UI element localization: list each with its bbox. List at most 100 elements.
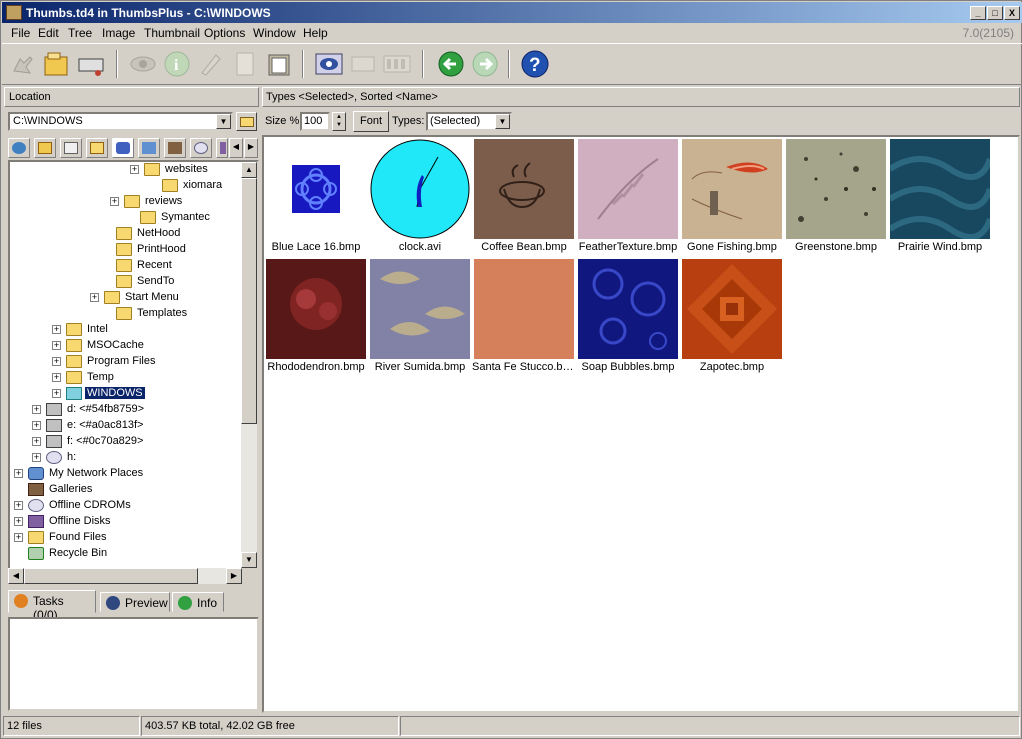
tab-info[interactable]: Info — [172, 592, 224, 612]
menu-help[interactable]: Help — [303, 26, 328, 40]
hscroll-thumb[interactable] — [24, 568, 198, 584]
thumbnail-item[interactable]: Blue Lace 16.bmp — [264, 137, 368, 257]
chevron-down-icon[interactable]: ▼ — [495, 114, 510, 129]
tree-vertical-scrollbar[interactable]: ▲ ▼ — [241, 162, 257, 568]
chevron-down-icon[interactable]: ▼ — [216, 114, 231, 129]
thumbnail-image[interactable] — [266, 259, 366, 359]
folder-tree[interactable]: + websites xiomara + reviews Symantec NetHood P… — [8, 160, 259, 570]
tab-preview[interactable]: Preview — [100, 592, 170, 612]
slideshow-icon[interactable] — [348, 49, 378, 79]
copy-icon[interactable] — [230, 49, 260, 79]
thumbnail-image[interactable] — [266, 139, 366, 239]
thumbnail-image[interactable] — [682, 139, 782, 239]
tree-expand-toggle[interactable]: + — [32, 453, 41, 462]
thumbnail-image[interactable] — [578, 259, 678, 359]
scroll-right-button[interactable]: ▶ — [226, 568, 242, 584]
tree-expand-toggle[interactable]: + — [32, 421, 41, 430]
thumbnail-item[interactable]: Greenstone.bmp — [784, 137, 888, 257]
menu-window[interactable]: Window — [253, 26, 296, 40]
tab-save[interactable] — [34, 138, 56, 158]
thumbnail-item[interactable]: Santa Fe Stucco.bmp — [472, 257, 576, 377]
tree-expand-toggle[interactable]: + — [14, 469, 23, 478]
tree-expand-toggle[interactable]: + — [32, 405, 41, 414]
tab-computer[interactable] — [112, 138, 134, 158]
thumbnail-image[interactable] — [682, 259, 782, 359]
tree-expand-toggle[interactable]: + — [130, 165, 139, 174]
tree-expand-toggle[interactable]: + — [110, 197, 119, 206]
scanner-icon[interactable] — [76, 49, 106, 79]
thumbnail-item[interactable]: FeatherTexture.bmp — [576, 137, 680, 257]
tree-expand-toggle[interactable]: + — [32, 437, 41, 446]
types-select[interactable]: (Selected) ▼ — [426, 112, 512, 131]
tree-expand-toggle[interactable]: + — [14, 533, 23, 542]
menu-tree[interactable]: Tree — [68, 26, 92, 40]
thumbnail-item[interactable]: clock.avi — [368, 137, 472, 257]
folder-icon — [66, 339, 82, 352]
thumbnail-item[interactable]: Zapotec.bmp — [680, 257, 784, 377]
thumbnail-image[interactable] — [578, 139, 678, 239]
title-bar[interactable]: Thumbs.td4 in ThumbsPlus - C:\WINDOWS _ … — [2, 2, 1022, 23]
maximize-button[interactable]: □ — [987, 6, 1003, 20]
tree-expand-toggle[interactable]: + — [52, 373, 61, 382]
thumbnail-image[interactable] — [474, 139, 574, 239]
menu-image[interactable]: Image — [102, 26, 135, 40]
scroll-thumb[interactable] — [241, 178, 257, 424]
tab-tasks[interactable]: Tasks (0/0) — [8, 590, 96, 622]
scroll-down-button[interactable]: ▼ — [241, 552, 257, 568]
thumbnail-image[interactable] — [786, 139, 886, 239]
cd-icon — [28, 499, 44, 512]
size-input[interactable]: 100 — [300, 112, 330, 131]
film-icon[interactable] — [382, 49, 412, 79]
hand-icon[interactable] — [8, 49, 38, 79]
menu-options[interactable]: Options — [204, 26, 245, 40]
thumbnail-grid[interactable]: Blue Lace 16.bmp clock.avi Coffee Bean.bmp… — [262, 135, 1020, 713]
edit-pen-icon[interactable] — [196, 49, 226, 79]
thumbnail-image[interactable] — [370, 259, 470, 359]
up-folder-button[interactable] — [236, 112, 257, 131]
thumbnail-item[interactable]: Prairie Wind.bmp — [888, 137, 993, 257]
forward-icon[interactable] — [470, 49, 500, 79]
back-icon[interactable] — [436, 49, 466, 79]
tab-folders[interactable] — [86, 138, 108, 158]
tab-galleries[interactable] — [164, 138, 186, 158]
tab-network[interactable] — [138, 138, 160, 158]
tree-expand-toggle[interactable]: + — [14, 501, 23, 510]
scroll-up-button[interactable]: ▲ — [241, 162, 257, 178]
tab-cdrom[interactable] — [190, 138, 212, 158]
paste-icon[interactable] — [264, 49, 294, 79]
view-icon[interactable] — [314, 49, 344, 79]
thumbnail-item[interactable]: Soap Bubbles.bmp — [576, 257, 680, 377]
open-folder-icon[interactable] — [42, 49, 72, 79]
tree-expand-toggle[interactable]: + — [52, 325, 61, 334]
thumbnail-image[interactable] — [370, 139, 470, 239]
thumbnail-image[interactable] — [888, 139, 993, 240]
location-combo[interactable]: C:\WINDOWS ▼ — [8, 112, 233, 131]
info-icon[interactable]: i — [162, 49, 192, 79]
menu-file[interactable]: File — [11, 26, 30, 40]
thumbnail-item[interactable]: Rhododendron.bmp — [264, 257, 368, 377]
tab-print[interactable] — [60, 138, 82, 158]
tab-scroll-left[interactable]: ◀ — [229, 138, 243, 158]
minimize-button[interactable]: _ — [970, 6, 986, 20]
tree-expand-toggle[interactable]: + — [90, 293, 99, 302]
tab-scroll-right[interactable]: ▶ — [244, 138, 258, 158]
close-button[interactable]: X — [1004, 6, 1020, 20]
tree-expand-toggle[interactable]: + — [52, 389, 61, 398]
tree-expand-toggle[interactable]: + — [52, 357, 61, 366]
size-spinner[interactable]: ▲ ▼ — [332, 112, 346, 131]
menu-thumbnail[interactable]: Thumbnail — [144, 26, 200, 40]
thumbnail-image[interactable] — [474, 259, 574, 359]
eye-icon[interactable] — [128, 49, 158, 79]
tree-horizontal-scrollbar[interactable]: ◀ ▶ — [8, 568, 242, 584]
tree-expand-toggle[interactable]: + — [52, 341, 61, 350]
font-button[interactable]: Font — [353, 111, 389, 132]
scroll-left-button[interactable]: ◀ — [8, 568, 24, 584]
help-icon[interactable]: ? — [520, 49, 550, 79]
tree-expand-toggle[interactable]: + — [14, 517, 23, 526]
thumbnail-item[interactable]: Gone Fishing.bmp — [680, 137, 784, 257]
thumbnail-item[interactable]: River Sumida.bmp — [368, 257, 472, 377]
tab-refresh[interactable] — [8, 138, 30, 158]
menu-edit[interactable]: Edit — [38, 26, 59, 40]
tab-disks[interactable] — [216, 138, 228, 158]
thumbnail-item[interactable]: Coffee Bean.bmp — [472, 137, 576, 257]
